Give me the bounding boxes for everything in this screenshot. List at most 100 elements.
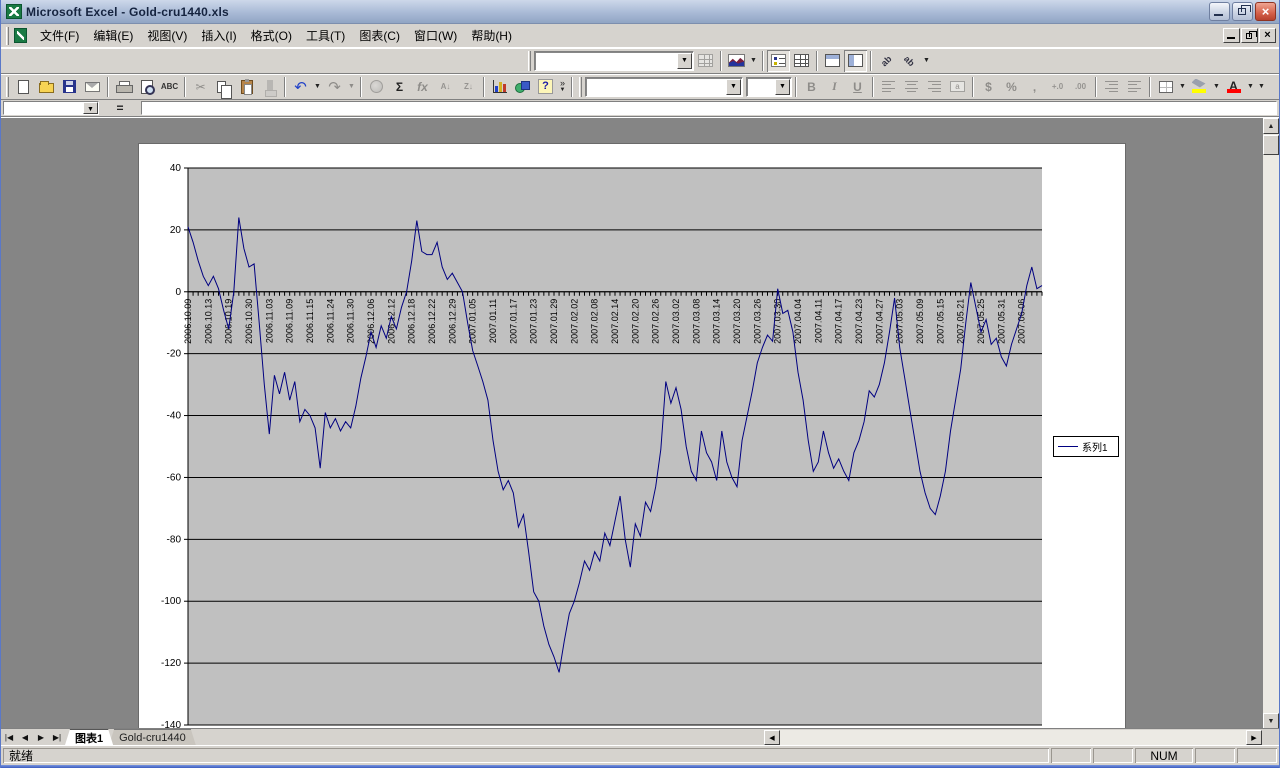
scroll-down-button[interactable]: ▼ <box>1263 713 1279 729</box>
angle-text-up-button[interactable]: ab <box>898 50 921 72</box>
menu-help[interactable]: 帮助(H) <box>464 24 519 47</box>
chart-sheet[interactable]: 40200-20-40-60-80-100-120-1402006.10.092… <box>138 143 1126 729</box>
format-selected-object-button[interactable] <box>694 50 717 72</box>
restore-button[interactable] <box>1232 2 1253 21</box>
formula-input[interactable] <box>141 101 1277 115</box>
angle-text-down-button[interactable]: ab <box>875 50 898 72</box>
chart-plot[interactable]: 40200-20-40-60-80-100-120-1402006.10.092… <box>139 144 1125 728</box>
toolbar-options-dropdown[interactable]: ▼ <box>1256 76 1267 98</box>
increase-indent-button[interactable] <box>1123 76 1146 98</box>
horizontal-scrollbar[interactable]: ◀ ▶ <box>764 730 1262 745</box>
equals-button[interactable]: = <box>99 100 141 116</box>
sort-ascending-button[interactable]: A↓ <box>434 76 457 98</box>
undo-dropdown[interactable]: ▼ <box>312 76 323 98</box>
scroll-right-button[interactable]: ▶ <box>1246 730 1262 745</box>
chevron-down-icon[interactable]: ▼ <box>83 102 98 114</box>
workbook-minimize-button[interactable] <box>1223 28 1240 43</box>
align-center-button[interactable] <box>900 76 923 98</box>
font-size-combobox[interactable]: ▼ <box>746 77 792 97</box>
menu-grip[interactable] <box>6 27 9 45</box>
font-color-button[interactable]: A <box>1222 76 1245 98</box>
open-button[interactable] <box>35 76 58 98</box>
fill-color-dropdown[interactable]: ▼ <box>1211 76 1222 98</box>
font-color-dropdown[interactable]: ▼ <box>1245 76 1256 98</box>
align-left-button[interactable] <box>877 76 900 98</box>
font-name-combobox[interactable]: ▼ <box>585 77 743 97</box>
paste-button[interactable] <box>235 76 258 98</box>
name-box[interactable]: ▼ <box>3 101 99 115</box>
bold-button[interactable]: B <box>800 76 823 98</box>
italic-button[interactable]: I <box>823 76 846 98</box>
copy-button[interactable] <box>212 76 235 98</box>
currency-button[interactable]: $ <box>977 76 1000 98</box>
menu-insert[interactable]: 插入(I) <box>194 24 243 47</box>
borders-button[interactable] <box>1154 76 1177 98</box>
fill-color-button[interactable] <box>1188 76 1211 98</box>
menu-window[interactable]: 窗口(W) <box>407 24 464 47</box>
print-preview-button[interactable] <box>135 76 158 98</box>
underline-button[interactable]: U <box>846 76 869 98</box>
align-right-button[interactable] <box>923 76 946 98</box>
chevron-down-icon[interactable]: ▼ <box>726 79 741 95</box>
sheet-tab-chart1[interactable]: 图表1 <box>65 729 113 745</box>
by-column-button[interactable] <box>844 50 867 72</box>
redo-dropdown[interactable]: ▼ <box>346 76 357 98</box>
autosum-button[interactable]: Σ <box>388 76 411 98</box>
legend-toggle-button[interactable] <box>767 50 790 72</box>
insert-function-button[interactable]: fx <box>411 76 434 98</box>
vertical-scrollbar[interactable]: ▲ ▼ <box>1263 118 1279 729</box>
drawing-button[interactable] <box>511 76 534 98</box>
percent-button[interactable]: % <box>1000 76 1023 98</box>
sort-descending-button[interactable]: Z↓ <box>457 76 480 98</box>
close-button[interactable]: × <box>1255 2 1276 21</box>
workbook-icon[interactable] <box>14 28 27 43</box>
chevron-down-icon[interactable]: ▼ <box>677 53 692 69</box>
chart-type-dropdown[interactable]: ▼ <box>748 50 759 72</box>
prev-sheet-button[interactable]: ◀ <box>17 729 33 745</box>
workbook-restore-button[interactable] <box>1241 28 1258 43</box>
redo-button[interactable]: ↷ <box>323 76 346 98</box>
sheet-tab-gold-cru1440[interactable]: Gold-cru1440 <box>109 729 196 745</box>
insert-hyperlink-button[interactable] <box>365 76 388 98</box>
help-button[interactable]: ? <box>534 76 557 98</box>
increase-decimal-button[interactable]: +.0 <box>1046 76 1069 98</box>
format-painter-button[interactable] <box>258 76 281 98</box>
first-sheet-button[interactable]: |◀ <box>1 729 17 745</box>
borders-dropdown[interactable]: ▼ <box>1177 76 1188 98</box>
toolbar-grip[interactable] <box>528 51 531 71</box>
comma-button[interactable]: , <box>1023 76 1046 98</box>
workbook-close-button[interactable]: × <box>1259 28 1276 43</box>
toolbar-options-dropdown[interactable]: ▼ <box>921 50 932 72</box>
scroll-up-button[interactable]: ▲ <box>1263 118 1279 134</box>
cut-button[interactable]: ✂ <box>189 76 212 98</box>
new-button[interactable] <box>12 76 35 98</box>
print-button[interactable] <box>112 76 135 98</box>
menu-format[interactable]: 格式(O) <box>244 24 299 47</box>
toolbar-grip[interactable] <box>6 77 9 97</box>
chart-type-button[interactable] <box>725 50 748 72</box>
merge-center-button[interactable] <box>946 76 969 98</box>
toolbar-grip[interactable] <box>579 77 582 97</box>
email-button[interactable] <box>81 76 104 98</box>
chart-wizard-button[interactable] <box>488 76 511 98</box>
decrease-decimal-button[interactable]: .00 <box>1069 76 1092 98</box>
last-sheet-button[interactable]: ▶| <box>49 729 65 745</box>
chart-legend[interactable]: 系列1 <box>1053 436 1119 457</box>
chart-canvas[interactable]: 40200-20-40-60-80-100-120-1402006.10.092… <box>139 144 1125 731</box>
vertical-scroll-thumb[interactable] <box>1263 135 1279 155</box>
by-row-button[interactable] <box>821 50 844 72</box>
menu-file[interactable]: 文件(F) <box>33 24 86 47</box>
minimize-button[interactable] <box>1209 2 1230 21</box>
menu-edit[interactable]: 编辑(E) <box>86 24 140 47</box>
chart-objects-combobox[interactable]: ▼ <box>534 51 694 71</box>
scroll-left-button[interactable]: ◀ <box>764 730 780 745</box>
menu-tools[interactable]: 工具(T) <box>299 24 352 47</box>
undo-button[interactable]: ↶ <box>289 76 312 98</box>
menu-view[interactable]: 视图(V) <box>140 24 194 47</box>
data-table-button[interactable] <box>790 50 813 72</box>
decrease-indent-button[interactable] <box>1100 76 1123 98</box>
save-button[interactable] <box>58 76 81 98</box>
menu-chart[interactable]: 图表(C) <box>352 24 407 47</box>
more-buttons-chevron[interactable]: »▼ <box>557 76 568 98</box>
next-sheet-button[interactable]: ▶ <box>33 729 49 745</box>
